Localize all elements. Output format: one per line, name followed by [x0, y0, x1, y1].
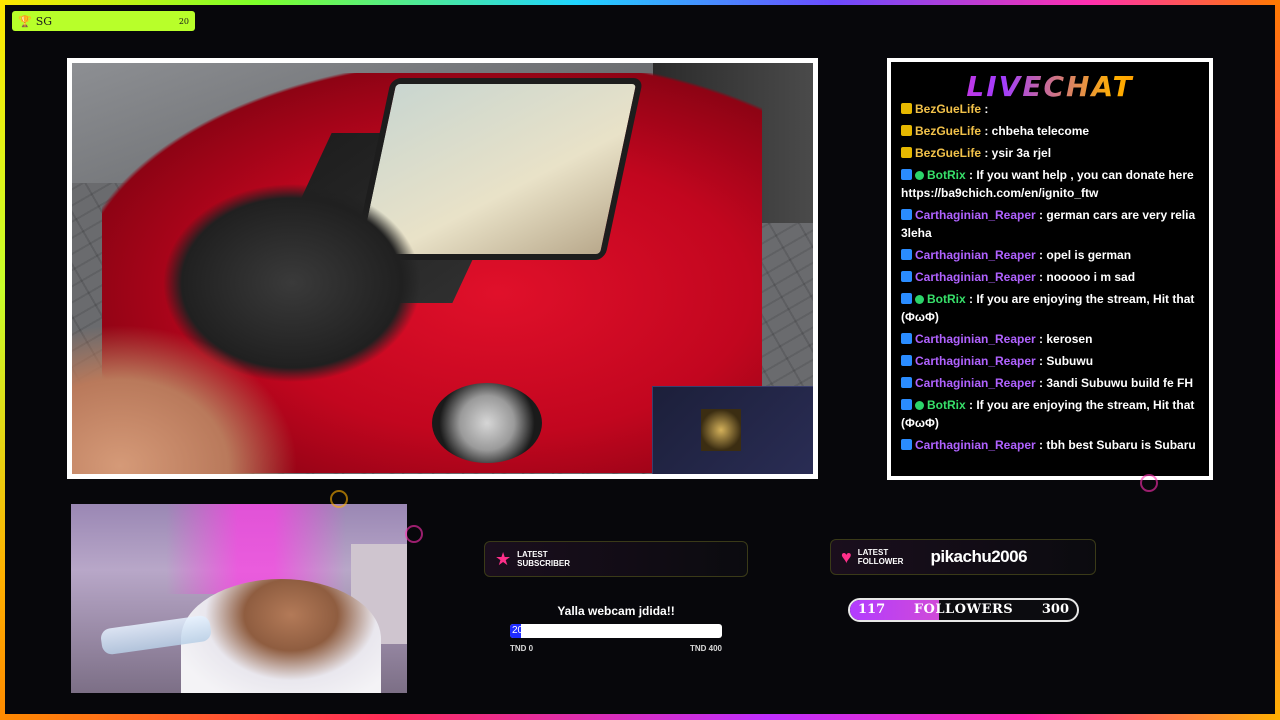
chat-message: Carthaginian_Reaper : tbh best Subaru is…: [901, 436, 1201, 454]
chat-message: BotRix : If you are enjoying the stream,…: [901, 396, 1201, 432]
chat-message: Carthaginian_Reaper : Subuwu: [901, 352, 1201, 370]
chat-message: Carthaginian_Reaper : kerosen: [901, 330, 1201, 348]
chat-message: Carthaginian_Reaper : german cars are ve…: [901, 206, 1201, 242]
chat-text: : chbeha telecome: [981, 124, 1090, 138]
chat-message: BezGueLife : chbeha telecome: [901, 122, 1201, 140]
donation-goal-max: TND 400: [689, 644, 722, 653]
chat-username[interactable]: Carthaginian_Reaper: [915, 332, 1036, 346]
chat-text: : kerosen: [1035, 332, 1093, 346]
trophy-icon: 🏆: [18, 14, 32, 28]
chat-username[interactable]: BezGueLife: [915, 124, 981, 138]
chat-username[interactable]: Carthaginian_Reaper: [915, 208, 1036, 222]
chat-username[interactable]: Carthaginian_Reaper: [915, 270, 1036, 284]
album-art: [701, 409, 741, 451]
chat-username[interactable]: BotRix: [927, 168, 966, 182]
chat-text: : opel is german: [1035, 248, 1132, 262]
frame-edge-bottom: [0, 714, 1280, 720]
latest-follower-bar: ♥ LATEST FOLLOWER pikachu2006: [830, 539, 1096, 575]
webcam-feed: [71, 504, 407, 693]
car-wheel: [432, 383, 542, 463]
prime-badge-icon: [901, 439, 912, 450]
glow-ring: [330, 490, 348, 508]
verified-bot-icon: [915, 171, 924, 180]
latest-subscriber-bar: ★ LATEST SUBSCRIBER: [484, 541, 748, 577]
chat-text: :: [981, 102, 989, 116]
chat-message: Carthaginian_Reaper : nooooo i m sad: [901, 268, 1201, 286]
latest-follower-label: LATEST FOLLOWER: [857, 548, 904, 566]
glow-ring: [1140, 474, 1158, 492]
chat-username[interactable]: BotRix: [927, 398, 966, 412]
chat-username[interactable]: BotRix: [927, 292, 966, 306]
prime-badge-icon: [901, 377, 912, 388]
chat-username[interactable]: Carthaginian_Reaper: [915, 376, 1036, 390]
chat-text: : Subuwu: [1035, 354, 1094, 368]
chat-message: BezGueLife : ysir 3a rjel: [901, 144, 1201, 162]
chat-message: Carthaginian_Reaper : 3andi Subuwu build…: [901, 374, 1201, 392]
crown-badge-icon: [901, 125, 912, 136]
chat-text: : tbh best Subaru is Subaru: [1035, 438, 1196, 452]
chat-username[interactable]: Carthaginian_Reaper: [915, 438, 1036, 452]
crown-badge-icon: [901, 103, 912, 114]
prime-badge-icon: [901, 249, 912, 260]
livechat-panel: LIVECHAT BezGueLife : BezGueLife : chbeha…: [887, 58, 1213, 480]
chat-username[interactable]: BezGueLife: [915, 146, 981, 160]
heart-icon: ♥: [841, 546, 852, 567]
prime-badge-icon: [901, 209, 912, 220]
latest-follower-value: pikachu2006: [930, 547, 1028, 566]
frame-edge-top: [0, 0, 1280, 5]
music-player-overlay: [652, 386, 813, 474]
chat-message-list[interactable]: BezGueLife : BezGueLife : chbeha telecome…: [901, 100, 1201, 458]
livechat-inner: LIVECHAT BezGueLife : BezGueLife : chbeha…: [891, 62, 1209, 476]
latest-subscriber-label: LATEST SUBSCRIBER: [517, 550, 571, 568]
donation-goal-title: Yalla webcam jdida!!: [557, 604, 675, 618]
star-icon: ★: [495, 548, 512, 569]
crown-badge-icon: [901, 147, 912, 158]
chat-text: : ysir 3a rjel: [981, 146, 1052, 160]
sg-badge-left: 🏆 SG: [18, 15, 52, 28]
followers-goal-target: 300: [1041, 602, 1069, 617]
streamer: [181, 579, 381, 693]
chat-message: BotRix : If you are enjoying the stream,…: [901, 290, 1201, 326]
video-scene: [72, 63, 813, 474]
chat-username[interactable]: Carthaginian_Reaper: [915, 354, 1036, 368]
sg-badge: 🏆 SG 20: [12, 11, 195, 31]
frame-edge-left: [0, 0, 5, 720]
chat-text: : nooooo i m sad: [1035, 270, 1136, 284]
chat-message: Carthaginian_Reaper : opel is german: [901, 246, 1201, 264]
prime-badge-icon: [901, 169, 912, 180]
sg-badge-count: 20: [178, 16, 189, 26]
followers-goal-current: 117: [858, 602, 886, 617]
main-video-frame: [67, 58, 818, 479]
prime-badge-icon: [901, 355, 912, 366]
donation-goal-fill: 20: [510, 624, 524, 638]
sg-badge-label: SG: [35, 14, 53, 28]
chat-text: : 3andi Subuwu build fe FH: [1035, 376, 1194, 390]
chat-username[interactable]: BezGueLife: [915, 102, 981, 116]
chat-message: BotRix : If you want help , you can dona…: [901, 166, 1201, 202]
donation-goal-bar: 20: [510, 624, 722, 638]
livechat-title: LIVECHAT: [891, 70, 1209, 103]
prime-badge-icon: [901, 399, 912, 410]
verified-bot-icon: [915, 295, 924, 304]
chat-username[interactable]: Carthaginian_Reaper: [915, 248, 1036, 262]
verified-bot-icon: [915, 401, 924, 410]
prime-badge-icon: [901, 333, 912, 344]
streamer-arm: [72, 313, 312, 474]
glow-ring: [405, 525, 423, 543]
prime-badge-icon: [901, 293, 912, 304]
frame-edge-right: [1275, 0, 1280, 720]
followers-goal-bar: FOLLOWERS 117 300: [848, 598, 1079, 622]
donation-goal-min: TND 0: [510, 644, 534, 653]
prime-badge-icon: [901, 271, 912, 282]
chat-message: BezGueLife :: [901, 100, 1201, 118]
